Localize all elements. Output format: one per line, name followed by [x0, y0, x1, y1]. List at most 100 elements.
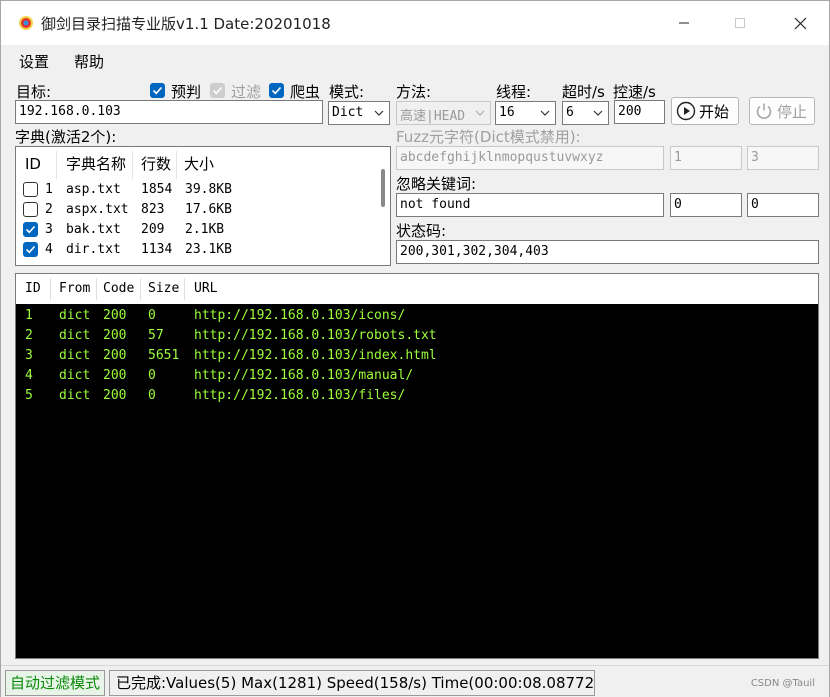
rate-input[interactable]: 200	[614, 100, 665, 124]
result-row[interactable]: 4 dict 200 0 http://192.168.0.103/manual…	[16, 366, 818, 386]
ignore-value2-input[interactable]: 0	[747, 193, 819, 217]
column-divider	[184, 278, 185, 300]
ignore-label: 忽略关键词:	[396, 175, 477, 193]
app-window: 御剑目录扫描专业版v1.1 Date:20201018 设置 帮助 目标: 预判…	[0, 0, 830, 697]
dict-row-lines: 1854	[141, 182, 173, 197]
app-logo-icon	[19, 16, 33, 30]
mode-select[interactable]: Dict	[328, 101, 390, 125]
checkmark-icon	[152, 86, 163, 95]
predict-checkbox[interactable]	[150, 83, 165, 98]
results-col-id[interactable]: ID	[25, 274, 41, 304]
result-id: 4	[25, 368, 33, 383]
fuzz-max-input[interactable]: 3	[747, 146, 819, 170]
dict-row-id: 2	[45, 202, 53, 217]
target-input[interactable]: 192.168.0.103	[15, 100, 323, 124]
minimize-button[interactable]	[661, 1, 707, 45]
result-code: 200	[103, 388, 127, 403]
close-button[interactable]	[777, 1, 823, 45]
dict-row-lines: 1134	[141, 242, 173, 257]
dict-col-lines[interactable]: 行数	[141, 147, 171, 181]
column-divider	[96, 278, 97, 300]
result-from: dict	[59, 388, 91, 403]
result-code: 200	[103, 348, 127, 363]
dict-col-name[interactable]: 字典名称	[66, 147, 126, 181]
start-button[interactable]: 开始	[671, 97, 739, 125]
filter-checkbox[interactable]	[210, 83, 225, 98]
menu-settings[interactable]: 设置	[19, 51, 49, 72]
result-url: http://192.168.0.103/manual/	[194, 368, 414, 383]
results-table[interactable]: ID From Code Size URL 1 dict 200 0 http:…	[15, 273, 819, 659]
result-from: dict	[59, 368, 91, 383]
dict-col-id[interactable]: ID	[25, 147, 41, 181]
mode-label: 模式:	[329, 83, 365, 101]
crawler-checkbox[interactable]	[269, 83, 284, 98]
fuzz-min-input[interactable]: 1	[670, 146, 742, 170]
threads-select[interactable]: 16	[495, 101, 556, 125]
result-from: dict	[59, 308, 91, 323]
fuzz-chars-input[interactable]: abcdefghijklnmopqustuvwxyz	[396, 146, 664, 170]
dict-row-checkbox[interactable]	[23, 182, 38, 197]
auto-filter-mode-indicator: 自动过滤模式	[5, 670, 106, 696]
dict-row[interactable]: 3 bak.txt 209 2.1KB	[16, 220, 376, 240]
result-row[interactable]: 2 dict 200 57 http://192.168.0.103/robot…	[16, 326, 818, 346]
column-divider	[132, 151, 133, 179]
dict-row-id: 4	[45, 242, 53, 257]
dict-row[interactable]: 1 asp.txt 1854 39.8KB	[16, 180, 376, 200]
mode-value: Dict	[332, 105, 364, 120]
result-row[interactable]: 1 dict 200 0 http://192.168.0.103/icons/	[16, 306, 818, 326]
checkmark-icon	[25, 225, 36, 234]
results-col-url[interactable]: URL	[194, 274, 217, 304]
dict-row-size: 39.8KB	[185, 182, 232, 197]
dict-list[interactable]: ID 字典名称 行数 大小 1 asp.txt 1854 39.8KB 2 as…	[15, 146, 391, 266]
result-row[interactable]: 3 dict 200 5651 http://192.168.0.103/ind…	[16, 346, 818, 366]
result-code: 200	[103, 368, 127, 383]
dict-row-checkbox[interactable]	[23, 242, 38, 257]
play-icon	[676, 101, 696, 121]
stop-label: 停止	[777, 102, 808, 121]
chevron-down-icon	[374, 110, 384, 116]
dict-row-checkbox[interactable]	[23, 202, 38, 217]
dict-row[interactable]: 4 dir.txt 1134 23.1KB	[16, 240, 376, 260]
dict-row-checkbox[interactable]	[23, 222, 38, 237]
dict-scrollbar[interactable]	[376, 147, 390, 265]
result-row[interactable]: 5 dict 200 0 http://192.168.0.103/files/	[16, 386, 818, 406]
result-url: http://192.168.0.103/index.html	[194, 348, 437, 363]
checkmark-icon	[271, 86, 282, 95]
maximize-icon	[735, 18, 745, 28]
results-col-from[interactable]: From	[59, 274, 90, 304]
method-select[interactable]: 高速|HEAD	[396, 101, 491, 125]
result-code: 200	[103, 308, 127, 323]
chevron-down-icon	[540, 110, 550, 116]
column-divider	[50, 278, 51, 300]
timeout-value: 6	[566, 105, 574, 120]
dict-row-size: 23.1KB	[185, 242, 232, 257]
result-size: 57	[148, 328, 164, 343]
filter-label: 过滤	[231, 83, 262, 101]
status-codes-label: 状态码:	[396, 222, 447, 240]
results-col-code[interactable]: Code	[103, 274, 134, 304]
dict-col-size[interactable]: 大小	[184, 147, 214, 181]
stop-button[interactable]: 停止	[749, 97, 815, 125]
results-header: ID From Code Size URL	[16, 274, 818, 304]
status-codes-input[interactable]: 200,301,302,304,403	[396, 240, 819, 264]
menu-help[interactable]: 帮助	[74, 51, 104, 72]
ignore-keyword-input[interactable]: not found	[396, 193, 664, 217]
start-label: 开始	[699, 102, 730, 121]
ignore-value1-input[interactable]: 0	[670, 193, 742, 217]
timeout-select[interactable]: 6	[562, 101, 609, 125]
dict-row[interactable]: 2 aspx.txt 823 17.6KB	[16, 200, 376, 220]
minimize-icon	[679, 22, 689, 24]
close-icon	[794, 17, 806, 29]
scrollbar-thumb[interactable]	[381, 169, 385, 207]
result-size: 0	[148, 308, 156, 323]
result-size: 0	[148, 388, 156, 403]
chevron-down-icon	[593, 110, 603, 116]
results-col-size[interactable]: Size	[148, 274, 179, 304]
chevron-down-icon	[475, 110, 485, 116]
target-label: 目标:	[16, 83, 52, 101]
dict-row-name: bak.txt	[66, 222, 121, 237]
dict-label: 字典(激活2个):	[15, 128, 117, 146]
watermark-text: CSDN @Tauil	[750, 678, 815, 689]
maximize-button[interactable]	[717, 1, 763, 45]
result-code: 200	[103, 328, 127, 343]
